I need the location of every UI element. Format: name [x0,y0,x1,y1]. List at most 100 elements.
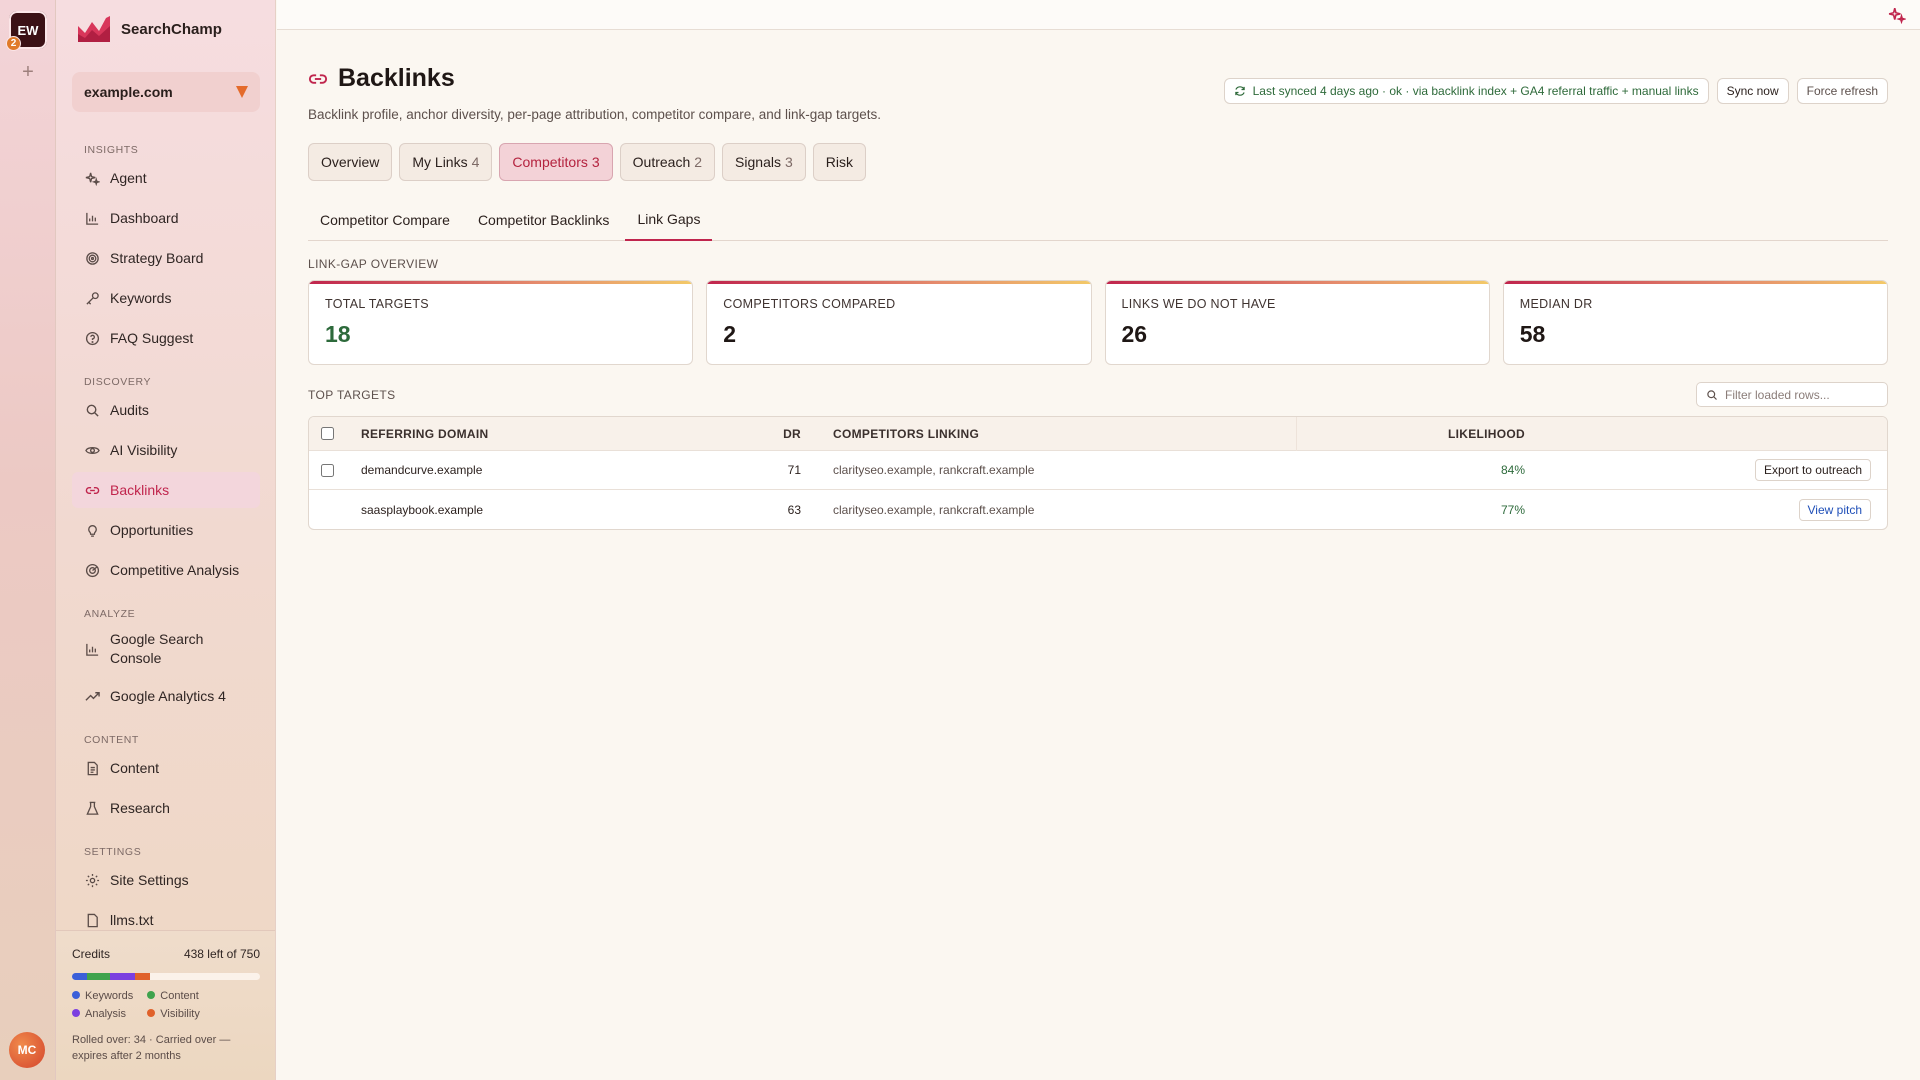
sparkle-icon[interactable] [1888,6,1907,25]
stat-label: TOTAL TARGETS [325,297,429,311]
table-header: REFERRING DOMAIN DR COMPETITORS LINKING … [309,417,1887,451]
column-header-dr[interactable]: DR [753,427,801,441]
sidebar-item-label: Site Settings [110,872,189,888]
overview-cards: TOTAL TARGETS 18 COMPETITORS COMPARED 2 … [308,280,1888,365]
searchchamp-logo-icon [78,16,110,42]
add-workspace-button[interactable]: + [18,62,38,82]
legend-dot [147,1009,156,1017]
refresh-icon [1234,85,1246,97]
link-icon [308,69,328,89]
target-icon [84,250,100,266]
sidebar-item-competitive-analysis[interactable]: Competitive Analysis [72,552,260,588]
sidebar-item-strategy-board[interactable]: Strategy Board [72,240,260,276]
search-icon [1706,389,1718,401]
sidebar-item-label: llms.txt [110,912,154,928]
credits-segment-visibility [134,973,151,980]
force-refresh-button[interactable]: Force refresh [1796,78,1888,104]
file-icon [84,912,100,928]
sidebar-item-audits[interactable]: Audits [72,392,260,428]
stat-card-median-dr: MEDIAN DR 58 [1502,280,1888,365]
domain-rating: 63 [787,502,801,517]
user-avatar[interactable]: MC [9,1032,45,1068]
link-icon [84,482,100,498]
credits-legend: Keywords Content Analysis Visibility [72,990,260,1020]
sidebar-item-label: Keywords [110,290,172,306]
sync-now-button[interactable]: Sync now [1716,78,1789,104]
workspace-rail: EW 2 + MC [0,0,56,1080]
view-pitch-button[interactable]: View pitch [1798,498,1871,521]
row-checkbox[interactable] [321,463,334,477]
sidebar-item-label: Dashboard [110,210,179,226]
tab-count: 4 [471,154,480,170]
tab-count: 3 [591,154,600,170]
sidebar-item-label: Competitive Analysis [110,562,240,578]
column-header-domain[interactable]: REFERRING DOMAIN [361,427,753,441]
sidebar-item-google-search-console[interactable]: Google Search Console [72,624,260,674]
top-bar [277,0,1920,30]
tab-my-links[interactable]: My Links 4 [399,143,493,181]
sidebar-item-backlinks[interactable]: Backlinks [72,472,260,508]
column-header-likelihood[interactable]: LIKELIHOOD [1297,427,1525,441]
sidebar-item-research[interactable]: Research [72,790,260,826]
tab-risk[interactable]: Risk [812,143,866,181]
flask-icon [84,800,100,816]
credits-panel: Credits 438 left of 750 Keywords Content… [56,930,275,1080]
credits-label: Credits [72,947,111,961]
filter-input[interactable]: Filter loaded rows... [1696,382,1888,407]
referring-domain: demandcurve.example [361,463,483,477]
sidebar-item-google-analytics-4[interactable]: Google Analytics 4 [72,678,260,714]
column-header-competitors[interactable]: COMPETITORS LINKING [801,417,1297,451]
export-to-outreach-button[interactable]: Export to outreach [1754,459,1871,481]
sidebar-item-keywords[interactable]: Keywords [72,280,260,316]
stat-card-links-we-do-not-have: LINKS WE DO NOT HAVE 26 [1104,280,1490,365]
credits-segment-content [87,973,110,980]
competitors-linking: clarityseo.example, rankcraft.example [833,502,1035,517]
workspace-notification-badge: 2 [6,36,21,51]
chevron-down-icon [236,86,248,98]
sidebar-item-opportunities[interactable]: Opportunities [72,512,260,548]
tab-count: 2 [694,154,703,170]
sync-controls: Last synced 4 days ago · ok · via backli… [1223,78,1888,104]
tab-outreach[interactable]: Outreach 2 [619,143,716,181]
bar-chart-icon [84,210,100,226]
tab-signals[interactable]: Signals 3 [722,143,806,181]
stat-label: MEDIAN DR [1519,297,1593,311]
trending-up-icon [84,688,100,704]
sidebar-item-dashboard[interactable]: Dashboard [72,200,260,236]
credits-segment-analysis [109,973,135,980]
stat-card-competitors-compared: COMPETITORS COMPARED 2 [706,280,1092,365]
sidebar-item-content[interactable]: Content [72,750,260,786]
sidebar-item-label: AI Visibility [110,442,178,458]
sidebar-nav: INSIGHTS Agent Dashboard Strategy Board … [72,140,260,942]
legend-dot [72,1009,80,1017]
sync-status-text: Last synced 4 days ago · ok · via backli… [1252,84,1699,98]
sidebar-item-agent[interactable]: Agent [72,160,260,196]
sidebar-item-ai-visibility[interactable]: AI Visibility [72,432,260,468]
legend-keywords: Keywords [72,990,133,1002]
site-selector[interactable]: example.com [72,72,260,112]
document-icon [84,760,100,776]
nav-section-analyze: ANALYZE [84,608,136,620]
sidebar-item-label: Strategy Board [110,250,204,266]
sidebar-item-label: Research [110,800,170,816]
tab-competitors[interactable]: Competitors 3 [499,143,613,181]
select-all-checkbox[interactable] [321,427,334,440]
key-icon [84,290,100,306]
sidebar-item-faq-suggest[interactable]: FAQ Suggest [72,320,260,356]
top-targets-table: REFERRING DOMAIN DR COMPETITORS LINKING … [308,416,1888,530]
gear-icon [84,872,100,888]
stat-value: 18 [325,321,351,347]
sidebar: SearchChamp example.com INSIGHTS Agent D… [56,0,276,1080]
tab-overview[interactable]: Overview [308,143,393,181]
page-title: Backlinks [338,64,455,92]
brand[interactable]: SearchChamp [76,14,222,44]
subtab-link-gaps[interactable]: Link Gaps [625,198,713,241]
subtab-competitor-backlinks[interactable]: Competitor Backlinks [466,198,622,241]
page-subtitle: Backlink profile, anchor diversity, per-… [308,107,882,122]
subtab-competitor-compare[interactable]: Competitor Compare [308,198,462,241]
table-row: saasplaybook.example 63 clarityseo.examp… [309,490,1887,529]
legend-visibility: Visibility [147,1008,200,1020]
select-all-cell [309,427,361,440]
sidebar-item-label: Opportunities [110,522,194,538]
sidebar-item-site-settings[interactable]: Site Settings [72,862,260,898]
